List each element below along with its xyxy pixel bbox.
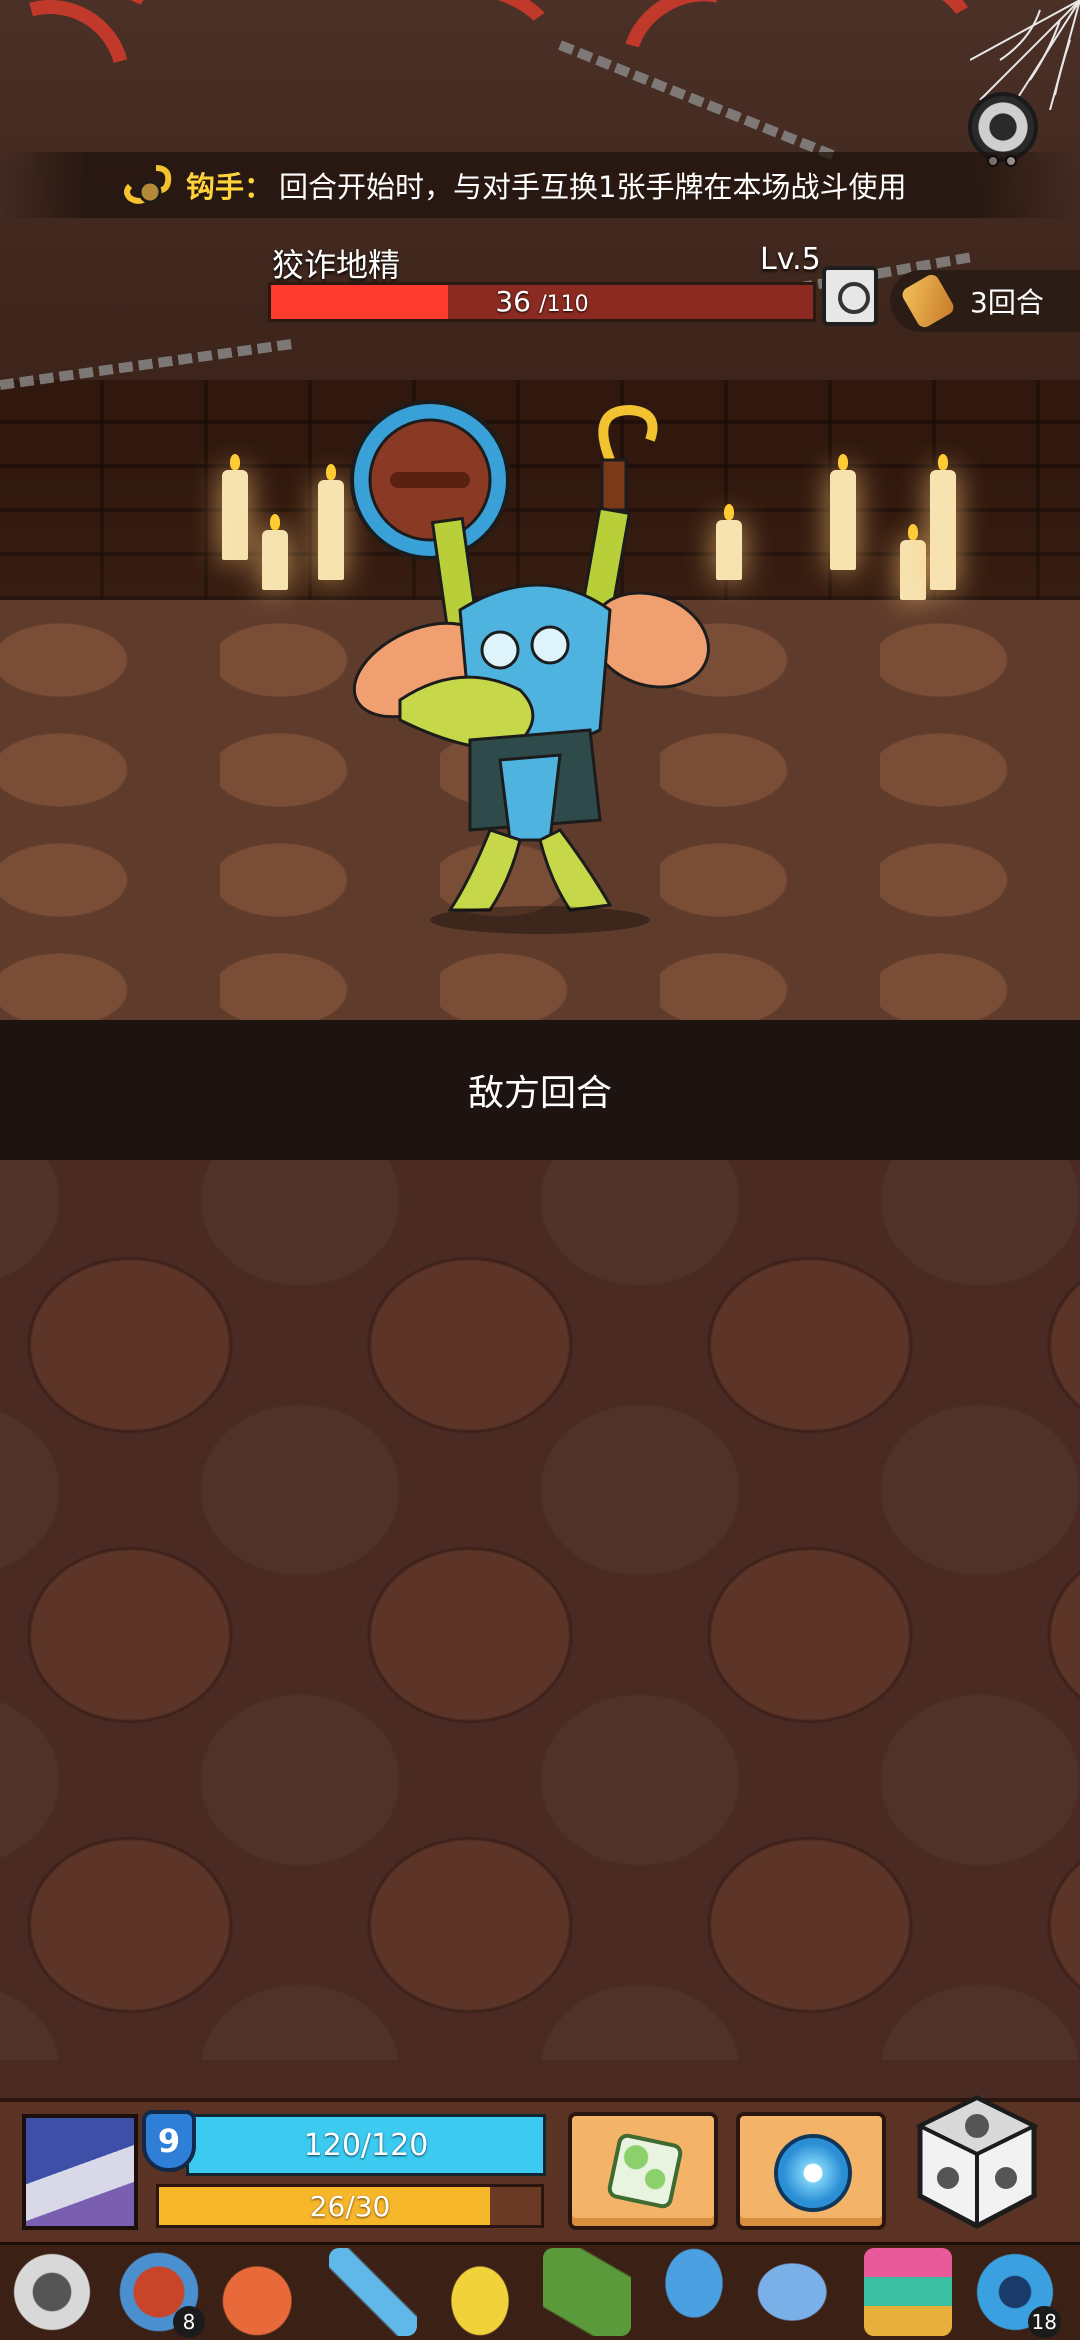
candle [900,524,926,600]
player-hp-text: 120/120 [303,2128,429,2163]
item-count-badge: 8 [173,2306,205,2338]
blue-horn-icon[interactable] [757,2248,845,2336]
round-counter: 3回合 [890,270,1080,332]
meat-icon[interactable] [222,2248,310,2336]
tentacle-decoration [807,0,993,109]
enemy-level: Lv.5 [760,242,821,277]
dice-icon[interactable] [912,2092,1042,2232]
ability-description: 回合开始时，与对手互换1张手牌在本场战斗使用 [279,170,907,204]
enemy-hp-bar: 36 /110 [268,282,816,322]
candle [222,454,248,560]
action-button-cube[interactable] [568,2112,718,2230]
candle [930,454,956,590]
golden-crown-icon[interactable] [436,2248,524,2336]
card-area-pattern [0,1160,1080,2060]
green-cube-icon [605,2131,685,2211]
ice-blade-icon[interactable] [329,2248,417,2336]
blue-gem-icon[interactable]: 18 [971,2248,1061,2338]
enemy-hp-text: 36 /110 [271,285,813,322]
hook-icon [124,165,172,204]
action-button-arrow[interactable] [736,2112,886,2230]
scroll-icon [899,271,957,331]
goblin-enemy[interactable] [350,400,730,940]
green-slab-icon[interactable] [543,2248,631,2336]
candle [318,464,344,580]
enemy-name: 狡诈地精 [272,246,401,284]
player-hp-bar: 120/120 [186,2114,546,2176]
spiderweb-icon [970,0,1080,110]
player-energy-text: 26/30 [309,2190,391,2223]
candle [830,454,856,570]
enemy-turn-text: 敌方回合 [467,1073,612,1114]
blue-mushroom-icon[interactable] [650,2248,738,2336]
enemy-turn-banner: 敌方回合 [0,1020,1080,1160]
item-count-badge: 18 [1027,2306,1061,2338]
enemy-hp-current: 36 [495,285,531,318]
player-avatar[interactable] [22,2114,138,2230]
player-shield-value: 9 [157,2122,181,2160]
ability-name: 钩手： [186,170,274,204]
candle [262,514,288,590]
tentacle-decoration [371,0,569,105]
blue-swirl-arrow-icon [774,2134,852,2212]
player-shield-icon: 9 [142,2110,196,2172]
red-plate-icon[interactable]: 8 [115,2248,205,2338]
player-energy-bar: 26/30 [156,2184,544,2228]
totem-icon[interactable] [864,2248,952,2336]
enemy-hp-max: /110 [539,292,589,317]
silver-ring-icon[interactable] [8,2248,96,2336]
round-label: 3回合 [970,286,1044,319]
inspect-enemy-button[interactable] [822,266,878,326]
